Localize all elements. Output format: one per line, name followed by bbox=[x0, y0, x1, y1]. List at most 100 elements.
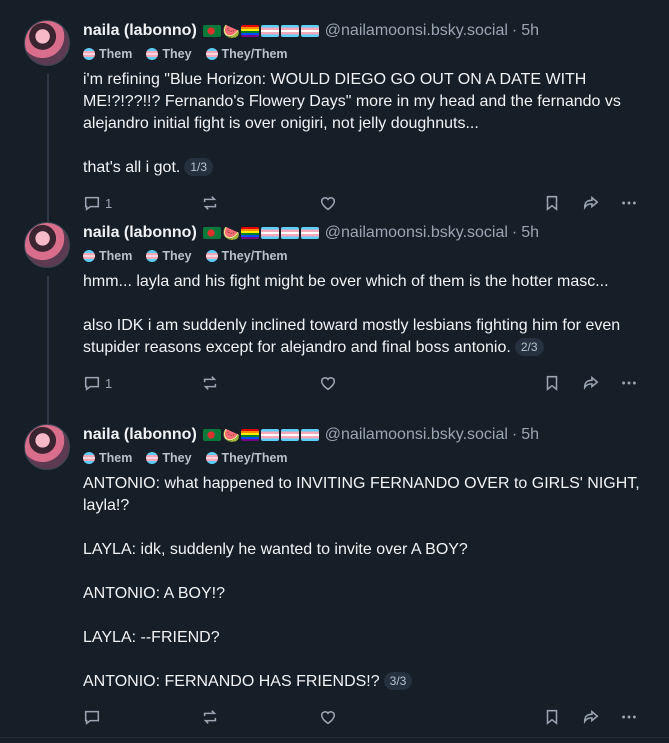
author-name[interactable]: naila (labonno) bbox=[83, 22, 197, 40]
bookmark-icon bbox=[546, 709, 558, 725]
label-text: Them bbox=[99, 47, 133, 61]
author-handle[interactable]: @nailamoonsi.bsky.social bbox=[325, 426, 508, 444]
author-name[interactable]: naila (labonno) bbox=[83, 224, 197, 242]
post-text: i'm refining "Blue Horizon: WOULD DIEGO … bbox=[83, 69, 653, 179]
thread-index-badge: 2/3 bbox=[514, 338, 544, 356]
more-options-button[interactable] bbox=[619, 191, 639, 215]
label-text: They bbox=[162, 249, 192, 263]
like-button[interactable] bbox=[319, 705, 337, 729]
trans-flag-icon bbox=[260, 227, 279, 239]
repost-button[interactable] bbox=[201, 705, 219, 729]
share-icon bbox=[583, 375, 599, 391]
bookmark-icon bbox=[546, 195, 558, 211]
share-button[interactable] bbox=[581, 191, 601, 215]
trans-flag-icon bbox=[300, 25, 319, 37]
author-handle[interactable]: @nailamoonsi.bsky.social bbox=[325, 22, 508, 40]
label-badge[interactable]: Them bbox=[83, 249, 132, 263]
label-text: Them bbox=[99, 249, 133, 263]
ellipsis-icon bbox=[622, 201, 636, 205]
label-badge[interactable]: They bbox=[146, 451, 192, 465]
repost-button[interactable] bbox=[201, 191, 219, 215]
label-icon bbox=[146, 250, 159, 262]
share-icon bbox=[583, 195, 599, 211]
reply-button[interactable] bbox=[83, 705, 105, 729]
post-actions bbox=[83, 705, 653, 729]
post-header: naila (labonno) 🍉 @nailamoonsi.bsky.soci… bbox=[83, 424, 653, 446]
separator: · bbox=[511, 224, 518, 241]
label-icon bbox=[146, 48, 159, 60]
separator: · bbox=[511, 22, 518, 39]
label-text: They/Them bbox=[221, 47, 288, 61]
share-button[interactable] bbox=[581, 371, 601, 395]
pride-flag-icon bbox=[240, 227, 259, 239]
more-options-button[interactable] bbox=[619, 705, 639, 729]
more-options-button[interactable] bbox=[619, 371, 639, 395]
post-text: hmm... layla and his fight might be over… bbox=[83, 271, 653, 359]
like-button[interactable] bbox=[319, 191, 337, 215]
label-text: They bbox=[162, 47, 192, 61]
author-handle[interactable]: @nailamoonsi.bsky.social bbox=[325, 224, 508, 242]
label-badge[interactable]: They bbox=[146, 47, 192, 61]
pride-flag-icon bbox=[240, 429, 259, 441]
heart-icon bbox=[320, 197, 336, 211]
post-body: i'm refining "Blue Horizon: WOULD DIEGO … bbox=[83, 71, 621, 176]
heart-icon bbox=[320, 377, 336, 391]
divider bbox=[0, 737, 669, 738]
thread-feed: naila (labonno) 🍉 @nailamoonsi.bsky.soci… bbox=[0, 0, 669, 743]
post-body: ANTONIO: what happened to INVITING FERNA… bbox=[83, 475, 640, 690]
label-badge[interactable]: They/Them bbox=[205, 249, 288, 263]
label-badge[interactable]: Them bbox=[83, 47, 132, 61]
repost-icon bbox=[203, 196, 217, 210]
name-emoji-flags: 🍉 bbox=[202, 428, 319, 442]
repost-button[interactable] bbox=[201, 371, 219, 395]
bookmark-button[interactable] bbox=[543, 371, 561, 395]
avatar[interactable] bbox=[24, 222, 70, 268]
label-icon bbox=[83, 250, 95, 262]
share-button[interactable] bbox=[581, 705, 601, 729]
trans-flag-icon bbox=[280, 25, 299, 37]
like-button[interactable] bbox=[319, 371, 337, 395]
post-time[interactable]: 5h bbox=[521, 426, 539, 444]
watermelon-icon: 🍉 bbox=[222, 23, 241, 39]
thread-index-badge: 3/3 bbox=[383, 672, 413, 690]
label-text: They/Them bbox=[221, 249, 288, 263]
reply-icon bbox=[84, 196, 100, 211]
reply-button[interactable]: 1 bbox=[83, 371, 112, 395]
label-icon bbox=[205, 250, 218, 262]
label-badge[interactable]: They/Them bbox=[205, 47, 288, 61]
bookmark-button[interactable] bbox=[543, 705, 561, 729]
post-header: naila (labonno) 🍉 @nailamoonsi.bsky.soci… bbox=[83, 222, 653, 244]
pronoun-labels: Them They They/Them bbox=[83, 449, 653, 467]
label-text: They/Them bbox=[221, 451, 288, 465]
bangladesh-flag-icon bbox=[202, 227, 221, 239]
post-time[interactable]: 5h bbox=[521, 22, 539, 40]
trans-flag-icon bbox=[280, 227, 299, 239]
ellipsis-icon bbox=[622, 381, 636, 385]
label-badge[interactable]: They/Them bbox=[205, 451, 288, 465]
label-icon bbox=[83, 452, 95, 464]
bookmark-button[interactable] bbox=[543, 191, 561, 215]
post-text: ANTONIO: what happened to INVITING FERNA… bbox=[83, 473, 653, 693]
label-badge[interactable]: Them bbox=[83, 451, 132, 465]
label-icon bbox=[83, 48, 95, 60]
avatar[interactable] bbox=[24, 20, 70, 66]
label-text: Them bbox=[99, 451, 133, 465]
post-header: naila (labonno) 🍉 @nailamoonsi.bsky.soci… bbox=[83, 20, 653, 42]
repost-icon bbox=[203, 710, 217, 724]
name-emoji-flags: 🍉 bbox=[202, 23, 319, 39]
reply-count: 1 bbox=[105, 195, 113, 211]
thread-line bbox=[47, 276, 49, 424]
trans-flag-icon bbox=[300, 227, 319, 239]
reply-button[interactable]: 1 bbox=[83, 191, 112, 215]
author-name[interactable]: naila (labonno) bbox=[83, 426, 197, 444]
separator: · bbox=[511, 426, 518, 443]
bangladesh-flag-icon bbox=[202, 429, 221, 441]
label-badge[interactable]: They bbox=[146, 249, 192, 263]
bookmark-icon bbox=[546, 375, 558, 391]
ellipsis-icon bbox=[622, 715, 636, 719]
watermelon-icon: 🍉 bbox=[222, 225, 241, 241]
trans-flag-icon bbox=[260, 25, 279, 37]
post-time[interactable]: 5h bbox=[521, 224, 539, 242]
heart-icon bbox=[320, 711, 336, 725]
avatar[interactable] bbox=[24, 424, 70, 470]
